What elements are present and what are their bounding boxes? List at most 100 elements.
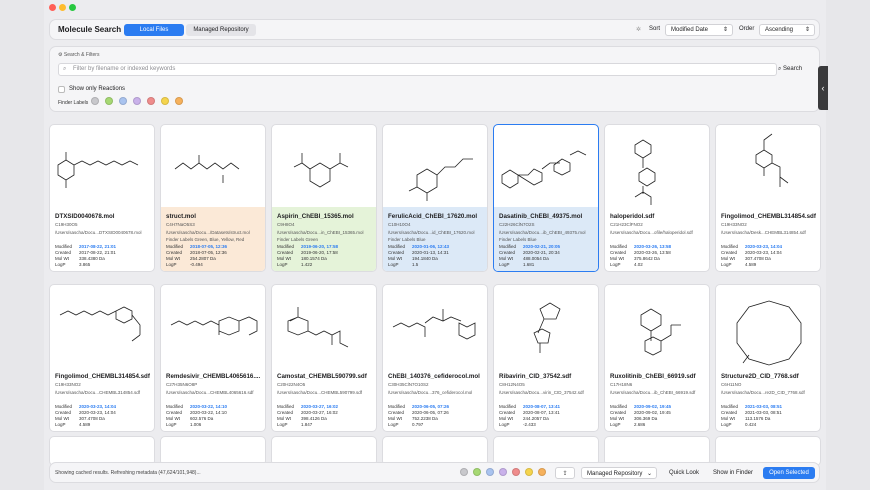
molecule-card[interactable]: Structure2D_CID_7768.sdf C6H11NO/Users/sa… xyxy=(715,284,821,432)
sidebar-toggle-handle[interactable]: ‹ xyxy=(818,66,828,110)
label-color-dot[interactable] xyxy=(147,97,155,105)
card-meta-molwt: Mol Wt 244.2057 Da xyxy=(499,416,549,421)
molecule-card[interactable]: Ribavirin_CID_37542.sdf C8H12N4O5/Users/s… xyxy=(493,284,599,432)
order-select[interactable]: Ascending ⇕ xyxy=(759,24,815,36)
label-color-dot[interactable] xyxy=(91,97,99,105)
meta-value: 2021-03-03, 08:51 xyxy=(745,404,783,409)
molecule-card[interactable]: Remdesivir_CHEMBL4065616.... C27H35N6O8P /… xyxy=(160,284,266,432)
card-formula: C20H22N4O5 xyxy=(277,382,306,387)
label-color-dot[interactable] xyxy=(486,468,494,476)
label-color-dot[interactable] xyxy=(499,468,507,476)
sort-select[interactable]: Modified Date ⇕ xyxy=(665,24,733,36)
meta-value: 194.1840 Da xyxy=(412,256,438,261)
card-meta-created: Created 2020-03-23, 14:04 xyxy=(55,410,116,415)
card-meta-logp: LogP 4.589 xyxy=(55,422,90,427)
search-input[interactable]: ⌕ Filter by filename or indexed keywords xyxy=(58,63,777,76)
label-color-dot[interactable] xyxy=(473,468,481,476)
molecule-card[interactable]: Ruxolitinib_ChEBI_66919.sdf C17H18N6/User… xyxy=(604,284,710,432)
card-formula: C9H8O4 xyxy=(277,222,295,227)
share-button[interactable]: ⇪ xyxy=(555,467,575,479)
card-meta-created: Created 2020-03-23, 14:04 xyxy=(721,250,782,255)
label-color-dot[interactable] xyxy=(119,97,127,105)
molecule-card[interactable]: haloperidol.sdf C21H23ClFNO2/Users/sascha… xyxy=(604,124,710,272)
molecule-card[interactable]: Fingolimod_CHEMBL314854.sdf C19H33NO2/Use… xyxy=(715,124,821,272)
card-meta-molwt: Mol Wt 254.2807 Da xyxy=(166,256,216,261)
label-color-dot[interactable] xyxy=(460,468,468,476)
card-title: struct.mol xyxy=(166,213,196,220)
meta-value: 0.424 xyxy=(745,422,757,427)
tab-local-files[interactable]: Local Files xyxy=(124,24,184,36)
close-window-button[interactable] xyxy=(49,4,56,11)
label-color-dot[interactable] xyxy=(161,97,169,105)
label-color-dot[interactable] xyxy=(538,468,546,476)
filter-section-title: ⚙ Search & Filters xyxy=(58,52,100,58)
molecule-bonds xyxy=(59,306,141,342)
chevron-left-icon: ‹ xyxy=(821,83,825,93)
card-meta-created: Created 2018-07-05, 12:36 xyxy=(166,250,227,255)
meta-value: 2020-03-26, 13:58 xyxy=(634,250,671,255)
molecule-card[interactable]: Camostat_CHEMBL590799.sdf C20H22N4O5/User… xyxy=(271,284,377,432)
card-meta-created: Created 2021-03-03, 08:51 xyxy=(721,410,782,415)
label-color-dot[interactable] xyxy=(133,97,141,105)
card-formula: C19H30O5 xyxy=(55,222,78,227)
card-meta-molwt: Mol Wt 307.4708 Da xyxy=(721,256,771,261)
meta-value: 2020-08-07, 13:41 xyxy=(523,404,561,409)
meta-label: LogP xyxy=(55,422,66,427)
label-color-dot[interactable] xyxy=(175,97,183,105)
meta-label: Created xyxy=(610,410,627,415)
show-in-finder-button[interactable]: Show in Finder xyxy=(711,467,755,479)
minimize-window-button[interactable] xyxy=(59,4,66,11)
card-meta-created: Created 2017-08-22, 21:01 xyxy=(55,250,116,255)
card-meta-modified: Modified 2021-03-03, 08:51 xyxy=(721,404,782,409)
card-title: Structure2D_CID_7768.sdf xyxy=(721,373,799,380)
meta-label: Modified xyxy=(721,404,739,409)
molecule-card[interactable]: Fingolimod_CHEMBL314854.sdf C19H33NO2/Use… xyxy=(49,284,155,432)
meta-value: 2020-02-21, 20:34 xyxy=(523,250,560,255)
meta-label: Mol Wt xyxy=(721,256,735,261)
label-color-dot[interactable] xyxy=(512,468,520,476)
card-meta-modified: Modified 2020-08-07, 13:41 xyxy=(499,404,560,409)
repository-select[interactable]: Managed Repository ⌄ xyxy=(581,467,657,479)
card-title: Dasatinib_ChEBI_49375.mol xyxy=(499,213,583,220)
card-meta-created: Created 2020-02-21, 20:34 xyxy=(499,250,560,255)
quick-look-button[interactable]: Quick Look xyxy=(665,467,703,479)
molecule-card[interactable]: DTXSID0040678.mol C19H30O5/Users/sascha/D… xyxy=(49,124,155,272)
card-meta-modified: Modified 2017-08-22, 21:01 xyxy=(55,244,116,249)
molecule-card[interactable]: Aspirin_ChEBI_15365.mol C9H8O4/Users/sasc… xyxy=(271,124,377,272)
meta-value: 2020-03-22, 14:10 xyxy=(190,410,227,415)
molecule-card[interactable]: FerulicAcid_ChEBI_17620.mol C10H10O4/User… xyxy=(382,124,488,272)
molecule-bonds xyxy=(392,309,476,340)
molecule-card[interactable]: Dasatinib_ChEBI_49375.mol C22H26ClN7O2S/U… xyxy=(493,124,599,272)
molecule-bonds xyxy=(634,139,656,205)
card-formula: C8H12N4O5 xyxy=(499,382,525,387)
molecule-bonds xyxy=(170,316,258,336)
card-formula: C6H11NO xyxy=(721,382,742,387)
meta-label: Modified xyxy=(388,404,406,409)
zoom-window-button[interactable] xyxy=(69,4,76,11)
meta-value: 306.369 Da xyxy=(634,416,658,421)
open-selected-button[interactable]: Open Selected xyxy=(763,467,815,479)
search-button[interactable]: ⌕ Search xyxy=(778,66,802,73)
label-color-dot[interactable] xyxy=(105,97,113,105)
meta-label: Modified xyxy=(166,244,184,249)
card-meta-logp: LogP 4.02 xyxy=(610,262,643,267)
card-meta-created: Created 2020-03-22, 14:10 xyxy=(166,410,227,415)
meta-label: LogP xyxy=(610,422,621,427)
meta-value: 307.4708 Da xyxy=(745,256,771,261)
meta-label: Modified xyxy=(277,244,295,249)
card-meta-modified: Modified 2019-06-20, 17:58 xyxy=(277,244,338,249)
meta-value: 338.4380 Da xyxy=(79,256,105,261)
reactions-checkbox[interactable] xyxy=(58,86,65,93)
card-meta-molwt: Mol Wt 194.1840 Da xyxy=(388,256,438,261)
meta-value: 2018-07-05, 12:36 xyxy=(190,244,228,249)
meta-value: 1.847 xyxy=(301,422,313,427)
tab-managed-repository[interactable]: Managed Repository xyxy=(186,24,256,36)
card-meta-molwt: Mol Wt 338.4380 Da xyxy=(55,256,105,261)
molecule-card[interactable]: ChEBI_140376_cefiderocol.mol C30H35ClN7O1… xyxy=(382,284,488,432)
meta-label: Mol Wt xyxy=(610,256,624,261)
molecule-card[interactable]: struct.mol C4H7NaO5S3/Users/sascha/Docu..… xyxy=(160,124,266,272)
meta-label: Mol Wt xyxy=(55,416,69,421)
meta-label: Mol Wt xyxy=(277,256,291,261)
card-title: Ribavirin_CID_37542.sdf xyxy=(499,373,572,380)
label-color-dot[interactable] xyxy=(525,468,533,476)
